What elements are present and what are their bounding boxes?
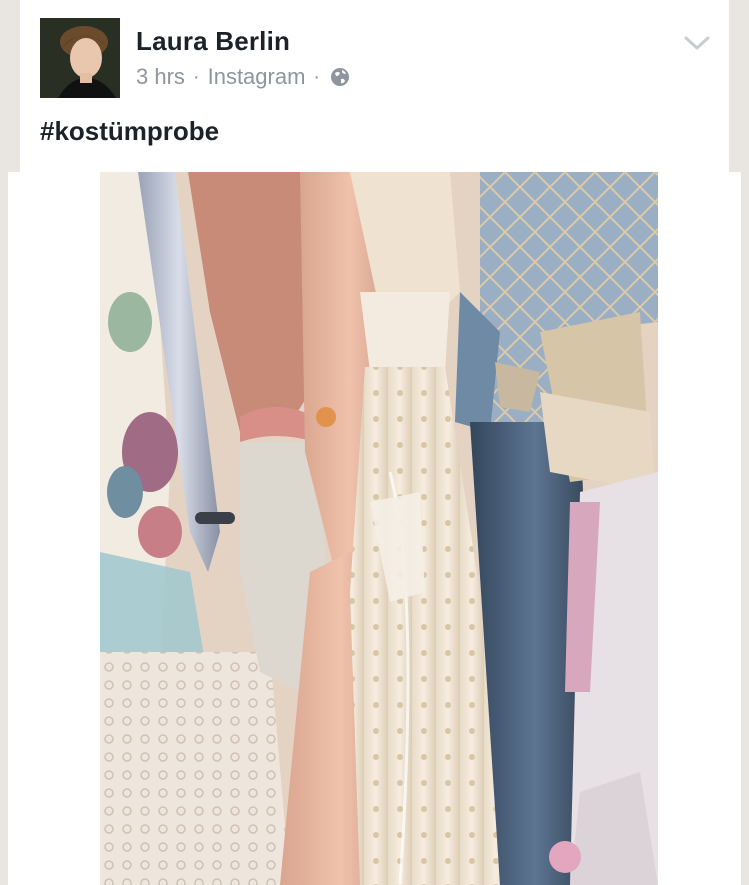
post-photo-panel: [8, 172, 741, 885]
chevron-down-icon[interactable]: [683, 34, 711, 52]
author-name[interactable]: Laura Berlin: [136, 26, 290, 57]
post-time[interactable]: 3 hrs: [136, 64, 185, 90]
globe-icon: [330, 67, 350, 87]
separator-dot: ·: [192, 65, 200, 88]
avatar[interactable]: [40, 18, 120, 98]
post-photo[interactable]: [100, 172, 658, 885]
separator-dot: ·: [313, 65, 321, 88]
post-source: Instagram: [207, 64, 306, 89]
post-header-card: Laura Berlin 3 hrs · Instagram · #kostüm…: [20, 0, 729, 172]
post-caption: #kostümprobe: [40, 116, 220, 146]
post-meta: 3 hrs · Instagram ·: [136, 64, 350, 90]
